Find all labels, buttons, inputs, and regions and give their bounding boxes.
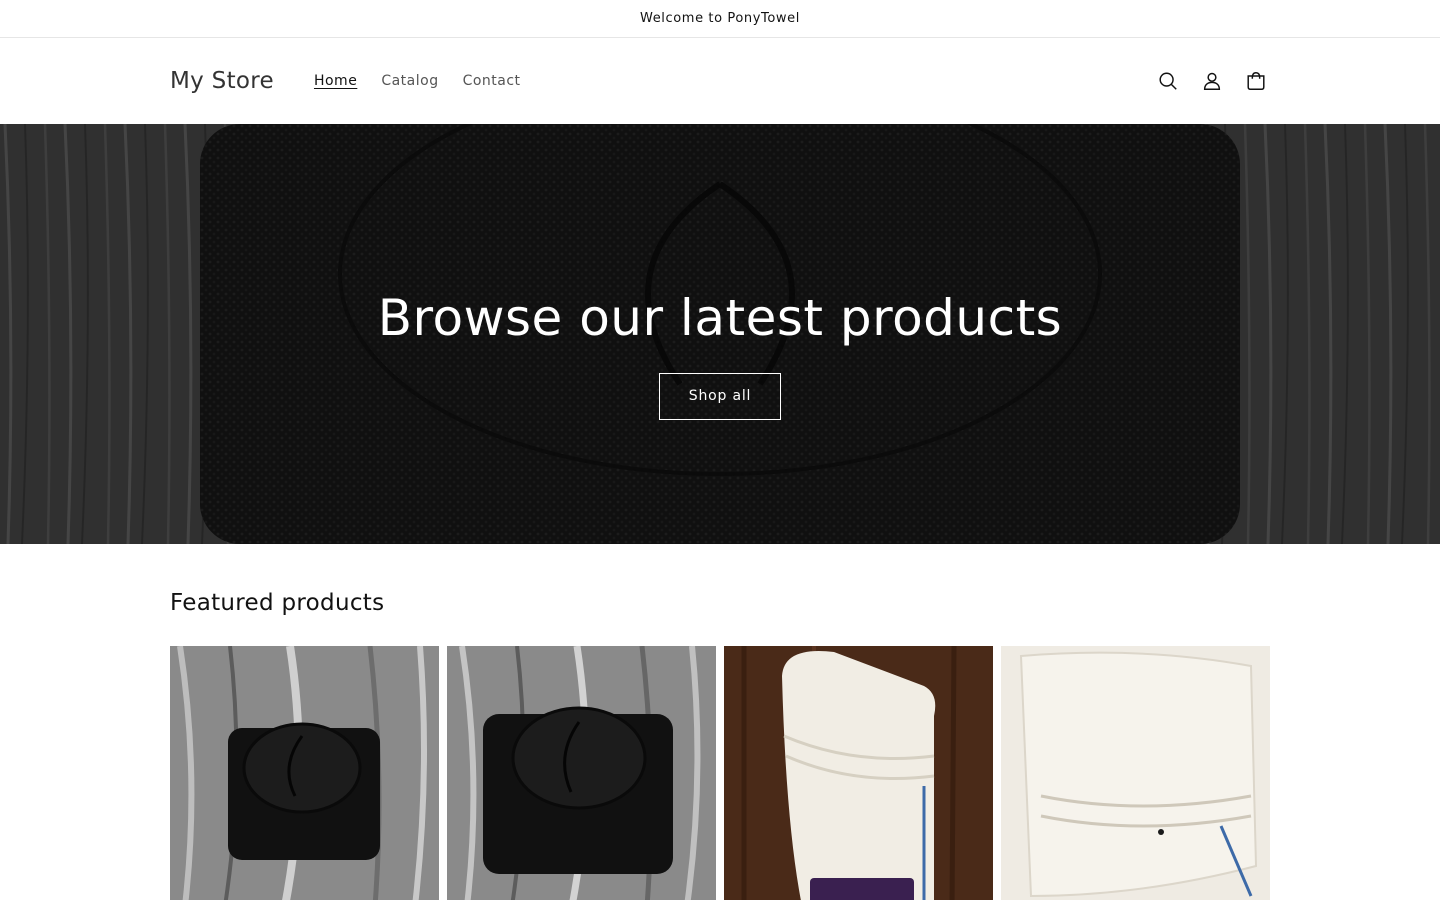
search-icon [1159, 72, 1177, 90]
cart-button[interactable] [1238, 63, 1274, 99]
header-icons [1150, 63, 1274, 99]
site-header: My Store Home Catalog Contact [0, 38, 1440, 124]
announcement-text: Welcome to PonyTowel [640, 11, 800, 26]
product-card-1[interactable] [170, 646, 439, 900]
product-image-white-towel-label [724, 646, 993, 900]
product-grid [170, 646, 1270, 900]
announcement-bar: Welcome to PonyTowel [0, 0, 1440, 38]
product-card-3[interactable] [724, 646, 993, 900]
search-button[interactable] [1150, 63, 1186, 99]
hero-content: Browse our latest products Shop all [0, 124, 1440, 544]
cart-icon [1247, 72, 1265, 90]
featured-products-section: Featured products [0, 544, 1440, 900]
hero-banner: Browse our latest products Shop all [0, 124, 1440, 544]
hero-title: Browse our latest products [377, 288, 1063, 347]
nav-item-catalog[interactable]: Catalog [369, 73, 450, 89]
product-card-4[interactable] [1001, 646, 1270, 900]
product-image-black-towel [447, 646, 716, 900]
main-nav: Home Catalog Contact [302, 73, 533, 89]
store-logo[interactable]: My Store [170, 68, 274, 94]
nav-item-contact[interactable]: Contact [451, 73, 533, 89]
account-button[interactable] [1194, 63, 1230, 99]
nav-item-home[interactable]: Home [302, 73, 369, 89]
product-card-2[interactable] [447, 646, 716, 900]
shop-all-button[interactable]: Shop all [659, 372, 781, 420]
account-icon [1203, 72, 1221, 90]
product-image-white-towel-folded [1001, 646, 1270, 900]
product-image-black-towel [170, 646, 439, 900]
featured-title: Featured products [170, 590, 385, 616]
